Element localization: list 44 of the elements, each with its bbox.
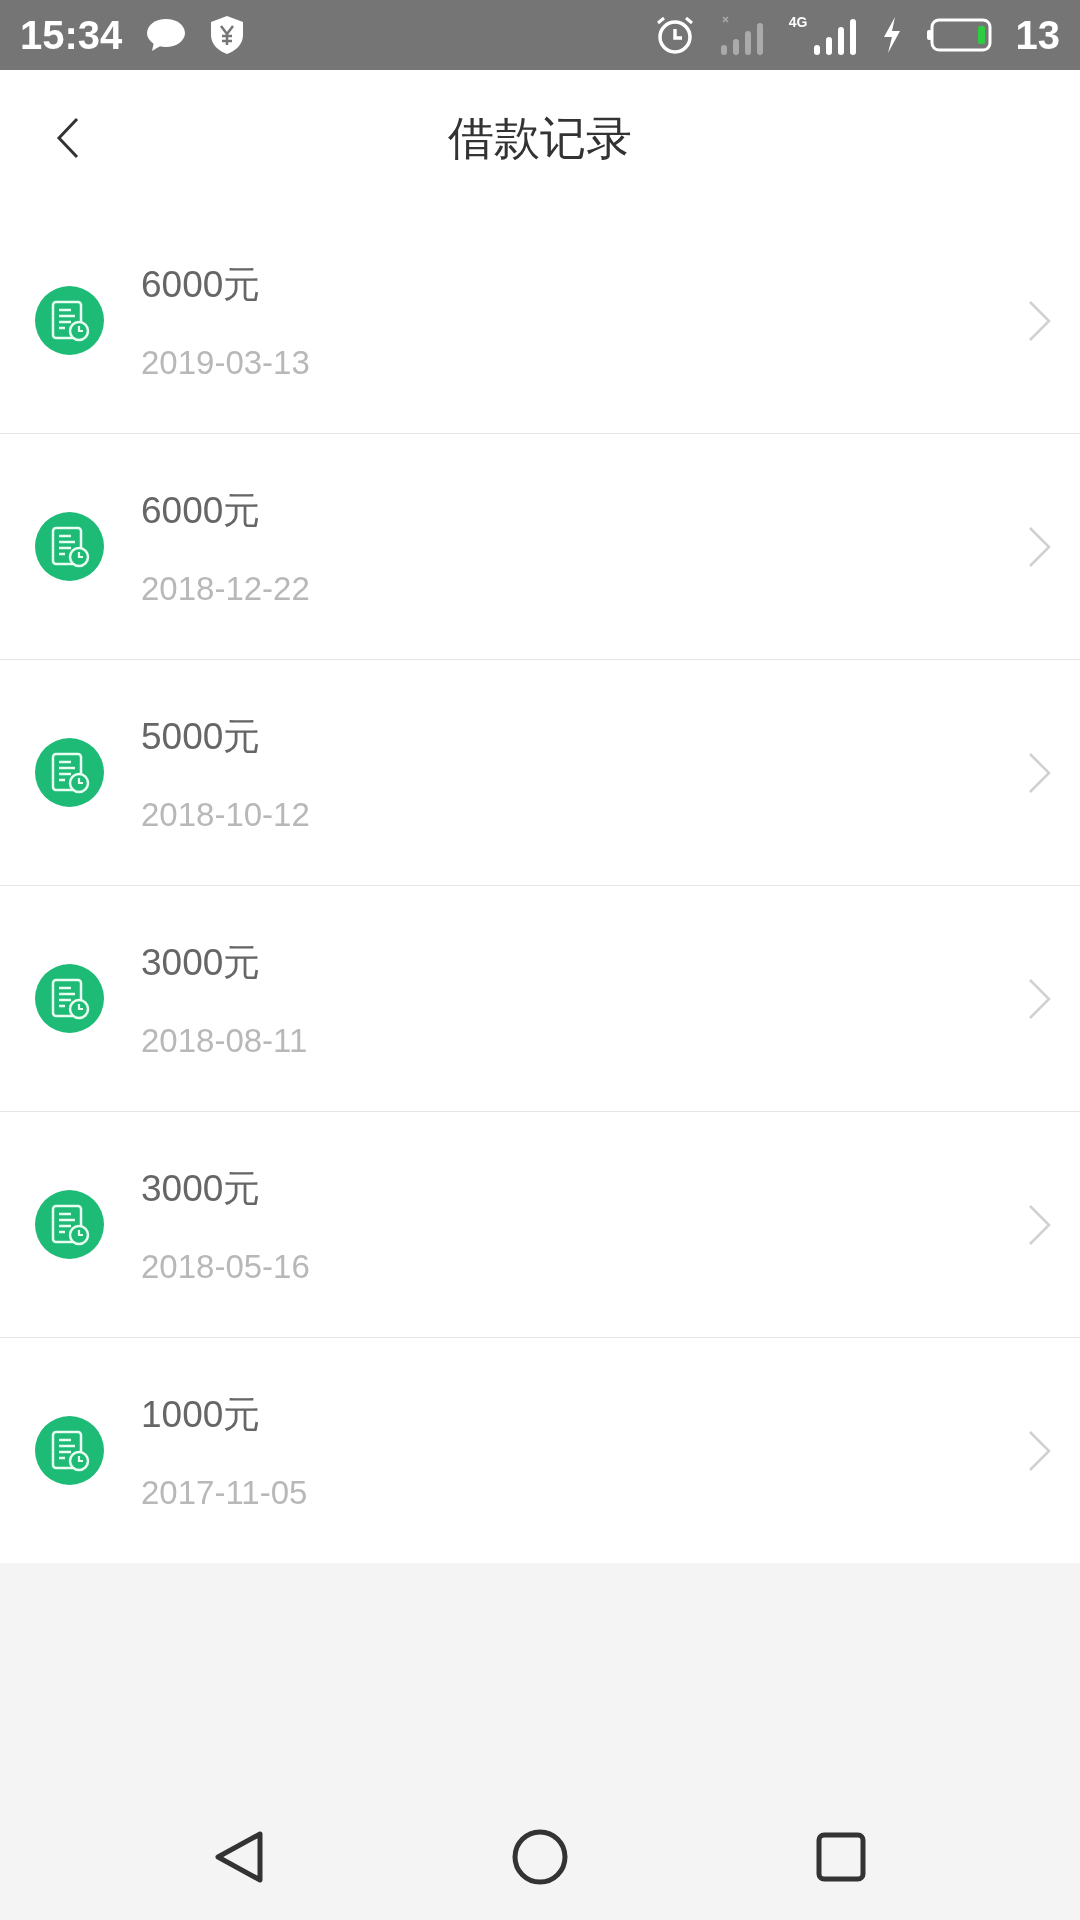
document-clock-icon: [35, 1416, 104, 1485]
chevron-right-icon: [1028, 525, 1052, 568]
loan-date: 2017-11-05: [141, 1473, 309, 1512]
lightning-icon: [881, 17, 902, 53]
loan-record-row[interactable]: 1000元 2017-11-05: [0, 1338, 1080, 1563]
loan-amount: 6000元: [141, 262, 262, 307]
loan-record-row[interactable]: 3000元 2018-08-11: [0, 886, 1080, 1112]
battery-level: 13: [1015, 12, 1060, 58]
back-chevron-icon: [55, 116, 81, 160]
loan-date: 2018-08-11: [141, 1021, 309, 1060]
document-clock-icon: [35, 286, 104, 355]
loan-date: 2018-10-12: [141, 795, 311, 834]
home-circle-icon[interactable]: [512, 1829, 568, 1885]
loan-date: 2018-12-22: [141, 569, 311, 608]
chat-bubble-icon: [146, 18, 187, 52]
signal-icon: [718, 15, 765, 55]
loan-amount: 3000元: [141, 1166, 262, 1211]
loan-date: 2019-03-13: [141, 343, 311, 382]
battery-icon: [925, 18, 992, 52]
status-time: 15:34: [20, 12, 123, 58]
network-type: 4G: [788, 14, 808, 30]
loan-record-row[interactable]: 5000元 2018-10-12: [0, 660, 1080, 886]
back-triangle-icon[interactable]: [214, 1830, 264, 1884]
page-title: 借款记录: [448, 111, 632, 166]
loan-record-row[interactable]: 6000元 2018-12-22: [0, 434, 1080, 660]
document-clock-icon: [35, 738, 104, 807]
chevron-right-icon: [1028, 1429, 1052, 1472]
document-clock-icon: [35, 964, 104, 1033]
document-clock-icon: [35, 1190, 104, 1259]
loan-record-row[interactable]: 3000元 2018-05-16: [0, 1112, 1080, 1338]
chevron-right-icon: [1028, 299, 1052, 342]
alarm-clock-icon: [654, 15, 695, 55]
loan-amount: 5000元: [141, 714, 262, 759]
loan-amount: 6000元: [141, 488, 262, 533]
loan-amount: 1000元: [141, 1392, 262, 1437]
loan-amount: 3000元: [141, 940, 262, 985]
document-clock-icon: [35, 512, 104, 581]
chevron-right-icon: [1028, 1203, 1052, 1246]
loan-date: 2018-05-16: [141, 1247, 311, 1286]
shield-icon: [210, 15, 245, 55]
loan-record-row[interactable]: 6000元 2019-03-13: [0, 208, 1080, 434]
chevron-right-icon: [1028, 751, 1052, 794]
recents-square-icon[interactable]: [816, 1832, 866, 1882]
chevron-right-icon: [1028, 977, 1052, 1020]
